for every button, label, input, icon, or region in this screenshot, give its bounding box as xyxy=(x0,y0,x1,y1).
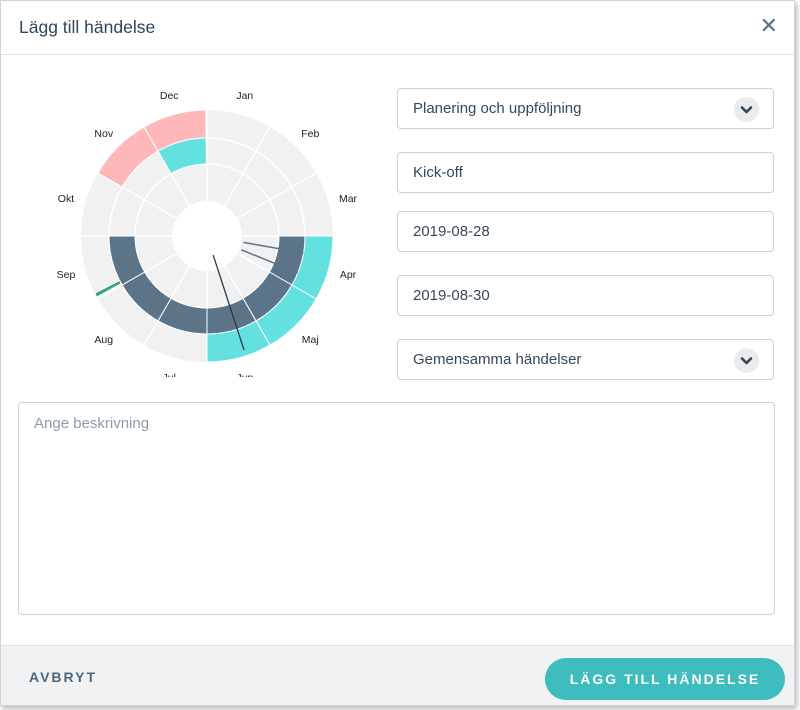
year-wheel[interactable]: Jan Feb Mar Apr Maj Jun Jul Aug Sep Okt Nov Dec xyxy=(41,87,371,377)
description-placeholder: Ange beskrivning xyxy=(34,415,150,432)
month-label-maj: Maj xyxy=(302,334,319,346)
end-date-input[interactable]: 2019-08-30 xyxy=(397,275,774,316)
dialog-title: Lägg till händelse xyxy=(19,17,156,37)
calendar-select[interactable]: Gemensamma händelser xyxy=(397,339,774,380)
add-event-button[interactable]: LÄGG TILL HÄNDELSE xyxy=(545,658,785,700)
event-name-value: Kick-off xyxy=(413,164,463,181)
add-event-dialog: Lägg till händelse ✕ JanFebMarAprMajJunJ… xyxy=(0,0,795,706)
event-name-input[interactable]: Kick-off xyxy=(397,152,774,193)
end-date-value: 2019-08-30 xyxy=(413,287,490,304)
month-label-jun: Jun xyxy=(236,372,253,377)
month-label-okt: Okt xyxy=(58,193,74,205)
calendar-select-value: Gemensamma händelser xyxy=(413,351,582,368)
month-label-sep: Sep xyxy=(57,269,76,281)
month-label-apr: Apr xyxy=(340,269,357,281)
chevron-down-icon[interactable] xyxy=(734,348,759,373)
wheel-center xyxy=(172,201,242,271)
month-label-mar: Mar xyxy=(339,193,358,205)
month-label-aug: Aug xyxy=(94,334,113,346)
cancel-button[interactable]: AVBRYT xyxy=(29,669,97,685)
category-select-value: Planering och uppföljning xyxy=(413,100,582,117)
month-label-nov: Nov xyxy=(94,128,113,140)
start-date-value: 2019-08-28 xyxy=(413,223,490,240)
dialog-header: Lägg till händelse ✕ xyxy=(1,1,794,55)
category-select[interactable]: Planering och uppföljning xyxy=(397,88,774,129)
start-date-input[interactable]: 2019-08-28 xyxy=(397,211,774,252)
month-label-dec: Dec xyxy=(160,90,179,102)
month-label-jan: Jan xyxy=(236,90,253,102)
month-label-jul: Jul xyxy=(162,372,175,377)
chevron-down-icon[interactable] xyxy=(734,97,759,122)
description-textarea[interactable]: Ange beskrivning xyxy=(18,402,775,615)
close-icon[interactable]: ✕ xyxy=(760,13,778,39)
dialog-footer: AVBRYT LÄGG TILL HÄNDELSE xyxy=(1,645,794,705)
month-label-feb: Feb xyxy=(301,128,319,140)
